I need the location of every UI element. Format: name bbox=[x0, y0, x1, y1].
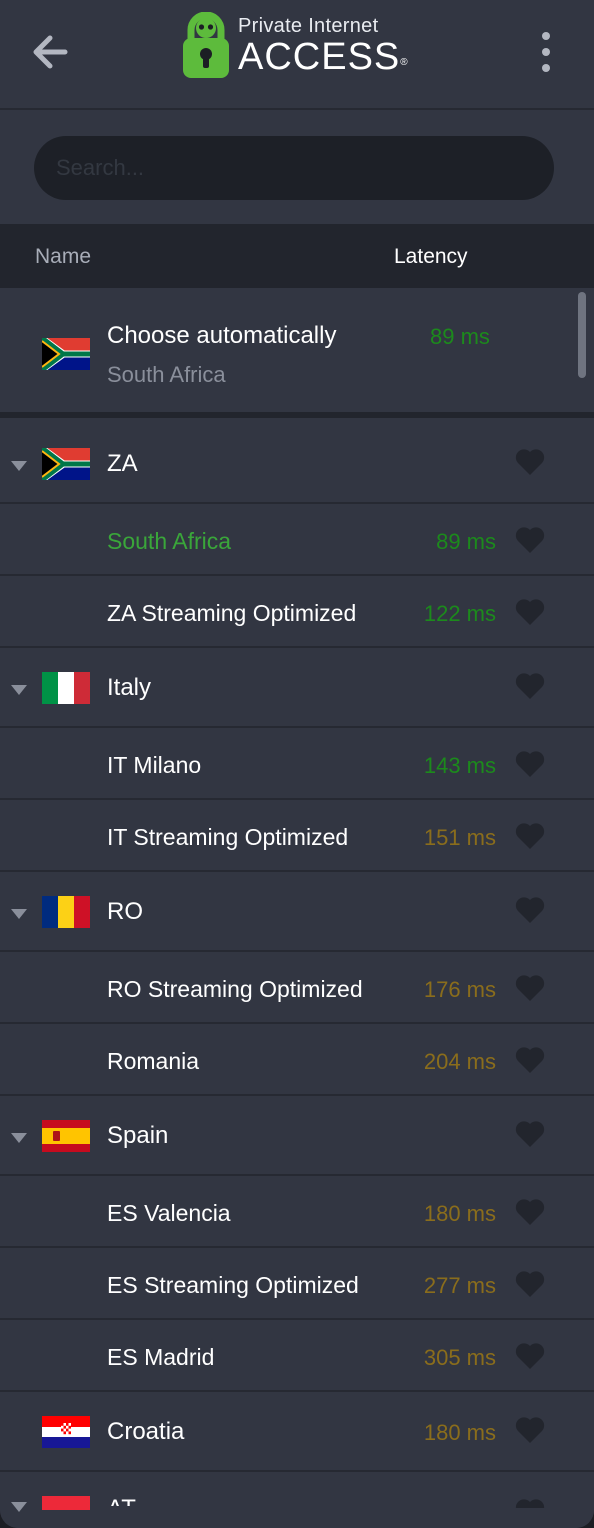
header-bar: Private Internet ACCESS® bbox=[0, 0, 594, 110]
pia-logo: Private Internet ACCESS® bbox=[180, 8, 420, 84]
region-label: AT bbox=[107, 1496, 136, 1506]
chevron-down-icon[interactable] bbox=[10, 683, 28, 695]
country-row[interactable]: RO bbox=[0, 872, 594, 952]
country-row[interactable]: Spain bbox=[0, 1096, 594, 1176]
favorite-heart-icon[interactable] bbox=[515, 750, 545, 778]
region-latency: 180 ms bbox=[423, 1420, 496, 1445]
column-name-header[interactable]: Name bbox=[35, 245, 91, 269]
favorite-heart-icon[interactable] bbox=[515, 1416, 545, 1444]
search-area bbox=[0, 112, 594, 224]
column-latency-header[interactable]: Latency bbox=[394, 245, 468, 269]
favorite-heart-icon[interactable] bbox=[515, 598, 545, 626]
favorite-heart-icon[interactable] bbox=[515, 822, 545, 850]
region-latency: 89 ms bbox=[436, 529, 496, 554]
favorite-heart-icon[interactable] bbox=[515, 1342, 545, 1370]
region-row[interactable]: RO Streaming Optimized 176 ms bbox=[0, 952, 594, 1024]
logo-wordmark-large: ACCESS® bbox=[238, 36, 409, 78]
region-latency: 176 ms bbox=[423, 977, 496, 1002]
padlock-robot-icon bbox=[183, 12, 229, 78]
flag-za-icon bbox=[42, 448, 90, 480]
chevron-down-icon[interactable] bbox=[10, 1131, 28, 1143]
region-label: ES Madrid bbox=[107, 1344, 215, 1370]
region-label: South Africa bbox=[107, 528, 232, 554]
region-label: ZA bbox=[107, 450, 138, 477]
flag-hr-icon bbox=[42, 1416, 90, 1448]
logo-wordmark-small: Private Internet bbox=[238, 15, 379, 37]
favorite-heart-icon[interactable] bbox=[515, 526, 545, 554]
region-label: RO bbox=[107, 898, 143, 925]
country-row-partial[interactable]: AT bbox=[0, 1472, 594, 1528]
region-label: IT Streaming Optimized bbox=[107, 824, 349, 850]
flag-it-icon bbox=[42, 672, 90, 704]
country-row[interactable]: Croatia 180 ms bbox=[0, 1392, 594, 1472]
region-rows: ZA South Africa 89 ms ZA Streaming Optimi… bbox=[0, 424, 594, 1528]
region-list[interactable]: Choose automatically South Africa 89 ms … bbox=[0, 288, 594, 1528]
favorite-heart-icon[interactable] bbox=[515, 1198, 545, 1226]
favorite-heart-icon[interactable] bbox=[515, 1120, 545, 1148]
menu-button[interactable] bbox=[528, 30, 564, 74]
chevron-down-icon[interactable] bbox=[10, 907, 28, 919]
flag-za-icon bbox=[40, 334, 92, 375]
region-selection-screen: Private Internet ACCESS® Name Latency Ch… bbox=[0, 0, 594, 1528]
region-label: Romania bbox=[107, 1048, 200, 1074]
favorite-heart-icon[interactable] bbox=[515, 672, 545, 700]
country-row[interactable]: Italy bbox=[0, 648, 594, 728]
arrow-left-icon bbox=[33, 35, 68, 69]
favorite-heart-icon[interactable] bbox=[515, 974, 545, 1002]
favorite-heart-icon[interactable] bbox=[515, 896, 545, 924]
region-label: Italy bbox=[107, 674, 152, 701]
region-latency: 277 ms bbox=[423, 1273, 496, 1298]
favorite-heart-icon[interactable] bbox=[515, 1498, 545, 1508]
auto-title: Choose automatically bbox=[107, 322, 337, 349]
region-label: RO Streaming Optimized bbox=[107, 976, 363, 1002]
country-row[interactable]: ZA bbox=[0, 424, 594, 504]
back-button[interactable] bbox=[28, 30, 72, 74]
region-row[interactable]: Romania 204 ms bbox=[0, 1024, 594, 1096]
column-header: Name Latency bbox=[0, 224, 594, 288]
flag-at-icon bbox=[42, 1496, 90, 1510]
favorite-heart-icon[interactable] bbox=[515, 1046, 545, 1074]
region-label: IT Milano bbox=[107, 752, 202, 778]
region-row[interactable]: IT Streaming Optimized 151 ms bbox=[0, 800, 594, 872]
region-row[interactable]: ES Streaming Optimized 277 ms bbox=[0, 1248, 594, 1320]
region-latency: 180 ms bbox=[423, 1201, 496, 1226]
region-latency: 204 ms bbox=[423, 1049, 496, 1074]
choose-automatically-row[interactable]: Choose automatically South Africa 89 ms bbox=[0, 288, 594, 418]
scrollbar-thumb[interactable] bbox=[578, 292, 586, 378]
auto-subtitle: South Africa bbox=[107, 362, 226, 387]
region-latency: 151 ms bbox=[423, 825, 496, 850]
flag-es-icon bbox=[42, 1120, 90, 1152]
region-label: ES Streaming Optimized bbox=[107, 1272, 359, 1298]
chevron-down-icon[interactable] bbox=[10, 1500, 28, 1512]
region-label: ZA Streaming Optimized bbox=[107, 600, 357, 626]
region-row[interactable]: ES Valencia 180 ms bbox=[0, 1176, 594, 1248]
favorite-heart-icon[interactable] bbox=[515, 448, 545, 476]
region-row[interactable]: ES Madrid 305 ms bbox=[0, 1320, 594, 1392]
region-latency: 122 ms bbox=[423, 601, 496, 626]
region-latency: 305 ms bbox=[423, 1345, 496, 1370]
region-row[interactable]: IT Milano 143 ms bbox=[0, 728, 594, 800]
region-row[interactable]: South Africa 89 ms bbox=[0, 504, 594, 576]
search-input[interactable] bbox=[34, 136, 554, 200]
auto-latency: 89 ms bbox=[430, 324, 490, 349]
region-label: ES Valencia bbox=[107, 1200, 231, 1226]
region-row[interactable]: ZA Streaming Optimized 122 ms bbox=[0, 576, 594, 648]
favorite-heart-icon[interactable] bbox=[515, 1270, 545, 1298]
chevron-down-icon[interactable] bbox=[10, 459, 28, 471]
region-label: Spain bbox=[107, 1122, 169, 1149]
region-label: Croatia bbox=[107, 1418, 185, 1445]
vertical-dots-icon bbox=[542, 32, 550, 40]
flag-ro-icon bbox=[42, 896, 90, 928]
region-latency: 143 ms bbox=[423, 753, 496, 778]
